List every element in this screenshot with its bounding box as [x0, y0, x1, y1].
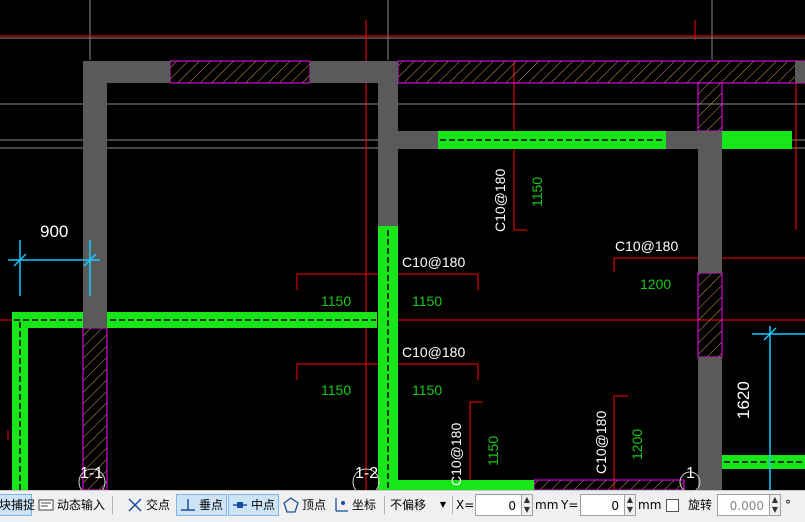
vertex-icon	[283, 497, 299, 513]
dimension-text-1620: 1620	[734, 381, 753, 419]
length-value: 1200	[629, 429, 645, 460]
snap-toggle-button[interactable]: 块捕捉	[0, 494, 36, 516]
dimension-text-900: 900	[40, 222, 68, 241]
y-coordinate-input[interactable]: 0 ▲ ▼	[580, 494, 636, 516]
rebar-label: C10@180	[492, 169, 508, 232]
midpoint-label: 中点	[251, 498, 276, 512]
length-value: 1150	[412, 382, 442, 398]
coordinate-icon	[333, 497, 349, 513]
drawing-canvas[interactable]: 900 1620 C10@180 C10@180 C10@180 C10@180…	[0, 0, 805, 490]
intersection-label: 交点	[146, 498, 171, 512]
snap-label: 块捕捉	[0, 498, 36, 512]
rotate-input[interactable]: 0.000 ▲ ▼	[717, 494, 781, 516]
separator	[112, 496, 113, 514]
dynamic-input-label: 动态输入	[57, 498, 106, 512]
offset-select[interactable]: 不偏移 ▼	[390, 494, 448, 516]
vertex-snap-button[interactable]: 顶点	[280, 494, 329, 516]
length-value: 1150	[412, 293, 442, 309]
dynamic-input-button[interactable]: 动态输入	[35, 494, 108, 516]
length-value: 1200	[640, 276, 671, 292]
intersection-icon	[127, 497, 143, 513]
x-spinner[interactable]: ▲ ▼	[521, 494, 533, 516]
status-bar: 块捕捉 动态输入 交点 垂点 中点 顶点 坐标 不偏移 ▼ X= 0 ▲ ▼ m…	[0, 490, 805, 522]
rotate-value: 0.000	[729, 499, 764, 513]
intersection-snap-button[interactable]: 交点	[124, 494, 173, 516]
vertex-label: 顶点	[302, 498, 327, 512]
y-label: Y=	[561, 498, 579, 512]
length-value: 1150	[485, 436, 501, 466]
axis-label: 1	[686, 465, 695, 482]
perpendicular-label: 垂点	[199, 498, 224, 512]
coordinate-snap-button[interactable]: 坐标	[330, 494, 379, 516]
rotate-spinner[interactable]: ▲ ▼	[769, 494, 781, 516]
dimension-marks	[8, 240, 805, 490]
rebar-label: C10@180	[593, 411, 609, 474]
perpendicular-icon	[180, 497, 196, 513]
length-value: 1150	[321, 293, 351, 309]
separator	[452, 496, 453, 514]
dynamic-input-icon	[38, 497, 54, 513]
rebar-bands	[12, 131, 805, 490]
length-value: 1150	[321, 382, 351, 398]
separator	[384, 496, 385, 514]
x-unit: mm	[535, 498, 559, 512]
axis-label: 1-2	[355, 465, 378, 482]
length-value: 1150	[529, 177, 545, 207]
coordinate-label: 坐标	[352, 498, 377, 512]
x-coordinate-input[interactable]: 0 ▲ ▼	[475, 494, 533, 516]
midpoint-snap-button[interactable]: 中点	[228, 494, 280, 516]
midpoint-icon	[232, 497, 248, 513]
x-label: X=	[456, 498, 475, 512]
rebar-label: C10@180	[615, 238, 678, 254]
dropdown-arrow-icon: ▼	[439, 500, 446, 509]
offset-select-value: 不偏移	[390, 498, 427, 512]
rotate-label: 旋转	[688, 498, 713, 512]
degree-symbol: °	[785, 498, 791, 512]
concrete-walls	[83, 61, 805, 490]
rebar-label: C10@180	[402, 344, 465, 360]
rebar-label: C10@180	[402, 254, 465, 270]
y-unit: mm	[638, 498, 662, 512]
axis-label: 1-1	[80, 465, 103, 482]
y-spinner[interactable]: ▲ ▼	[624, 494, 636, 516]
rebar-label: C10@180	[448, 423, 464, 486]
perpendicular-snap-button[interactable]: 垂点	[176, 494, 228, 516]
rotate-checkbox[interactable]	[666, 494, 679, 516]
cad-drawing[interactable]: 900 1620 C10@180 C10@180 C10@180 C10@180…	[0, 0, 805, 490]
hatched-walls	[82, 60, 805, 490]
